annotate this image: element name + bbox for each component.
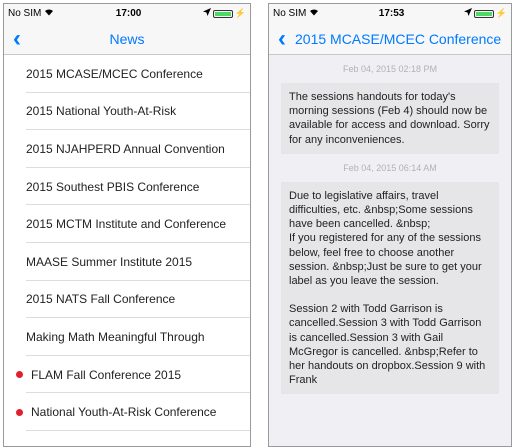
carrier-label: No SIM [273, 8, 307, 19]
list-item[interactable]: 2015 Southest PBIS Conference [4, 168, 250, 206]
wifi-icon [44, 8, 54, 19]
message-timestamp: Feb 04, 2015 06:14 AM [343, 162, 437, 173]
message-timestamp: Feb 04, 2015 02:18 PM [342, 64, 438, 74]
charging-icon: ⚡ [495, 8, 507, 18]
list-item-label: 2015 MCASE/MCEC Conference [26, 66, 203, 81]
message-text: Session 2 with Todd Garrison is cancelle… [289, 303, 486, 387]
list-item[interactable]: 2015 National Youth-At-Risk [4, 93, 250, 131]
wifi-icon [309, 8, 319, 19]
charging-icon: ⚡ [234, 8, 246, 18]
list-item[interactable]: National Youth-At-Risk Conference [4, 393, 250, 431]
nav-bar: ‹ News [4, 23, 250, 55]
page-title: 2015 MCASE/MCEC Conference [295, 30, 502, 47]
nav-bar: ‹ 2015 MCASE/MCEC Conference [269, 23, 511, 55]
conference-detail-screen: No SIM 17:53 ⚡ ‹ 2015 MCASE/MCEC Confere… [268, 3, 512, 447]
list-item[interactable]: Making Math Meaningful Through [4, 318, 250, 356]
status-bar: No SIM 17:53 ⚡ [269, 4, 511, 23]
list-item-label: 2015 National Youth-At-Risk [26, 104, 177, 119]
message-bubble: Due to legislative affairs, travel diffi… [281, 181, 499, 395]
list-item-label: MAASE Summer Institute 2015 [26, 254, 193, 269]
location-arrow-icon [463, 8, 472, 19]
message-text: The sessions handouts for today's mornin… [289, 91, 490, 146]
list-item-label: National Youth-At-Risk Conference [31, 405, 217, 420]
list-item[interactable]: 2015 NATS Fall Conference [4, 281, 250, 319]
list-item[interactable]: FLAM Fall Conference 2015 [4, 356, 250, 394]
unread-dot-icon [16, 408, 23, 416]
news-list: 2015 MCASE/MCEC Conference 2015 National… [4, 55, 250, 431]
message-feed: Feb 04, 2015 02:18 PM The sessions hando… [269, 64, 511, 395]
list-item-label: Making Math Meaningful Through [26, 329, 205, 344]
status-time: 17:53 [378, 8, 405, 19]
location-arrow-icon [202, 8, 211, 19]
carrier-label: No SIM [8, 8, 42, 19]
status-time: 17:00 [115, 8, 142, 19]
list-item-label: 2015 Southest PBIS Conference [26, 179, 200, 194]
list-item[interactable]: MAASE Summer Institute 2015 [4, 243, 250, 281]
battery-icon [212, 9, 233, 18]
message-text: Due to legislative affairs, travel diffi… [289, 189, 482, 288]
list-item[interactable]: 2015 MCTM Institute and Conference [4, 205, 250, 243]
page-title: News [109, 30, 145, 47]
back-chevron-icon[interactable]: ‹ [4, 23, 30, 55]
list-item[interactable]: 2015 MCASE/MCEC Conference [4, 55, 250, 93]
back-chevron-icon[interactable]: ‹ [269, 23, 295, 55]
list-item-label: FLAM Fall Conference 2015 [31, 367, 182, 382]
status-bar: No SIM 17:00 ⚡ [4, 4, 250, 23]
list-item[interactable]: 2015 NJAHPERD Annual Convention [4, 130, 250, 168]
list-item-label: 2015 NJAHPERD Annual Convention [26, 141, 225, 156]
unread-dot-icon [16, 371, 23, 379]
news-list-screen: No SIM 17:00 ⚡ ‹ News 2015 MCASE/MCEC Co… [3, 3, 251, 447]
battery-icon [473, 9, 494, 18]
list-item-label: 2015 MCTM Institute and Conference [26, 217, 227, 232]
list-item-label: 2015 NATS Fall Conference [26, 292, 176, 307]
message-bubble: The sessions handouts for today's mornin… [281, 83, 499, 154]
